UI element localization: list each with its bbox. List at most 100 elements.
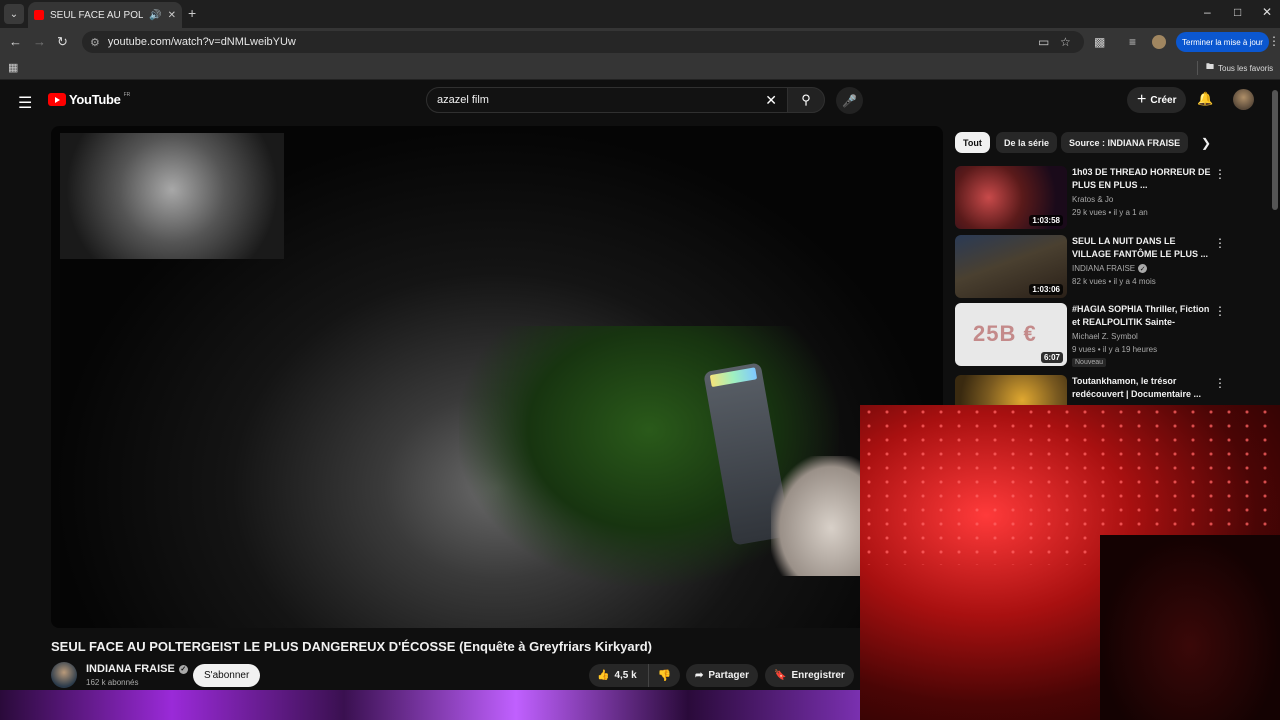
video-player[interactable] — [51, 126, 943, 628]
verified-check-icon: ✓ — [178, 664, 188, 674]
chip-source-channel[interactable]: Source : INDIANA FRAISE — [1061, 132, 1189, 153]
rec-thumbnail[interactable]: 1:03:06 — [955, 235, 1067, 298]
rec-title[interactable]: #HAGIA SOPHIA Thriller, Fiction et REALP… — [1072, 303, 1212, 329]
audio-playing-icon[interactable]: 🔊 — [149, 10, 161, 21]
folder-icon: 🖿 — [1206, 62, 1214, 71]
microphone-icon: 🎤 — [842, 93, 857, 108]
rec-channel-text: INDIANA FRAISE — [1072, 264, 1136, 273]
youtube-wordmark: YouTube — [69, 92, 121, 107]
new-badge: Nouveau — [1072, 358, 1107, 367]
all-bookmarks-label: Tous les favoris — [1218, 63, 1274, 73]
minimize-icon[interactable]: – — [1204, 5, 1211, 19]
address-bar[interactable]: ⚙ youtube.com/watch?v=dNMLweibYUw — [82, 31, 1084, 53]
update-button[interactable]: Terminer la mise à jour — [1176, 32, 1269, 52]
browser-tabstrip: ⌄ SEUL FACE AU POLTERGEIST 🔊 ✕ + – □ ✕ — [0, 0, 1280, 28]
apps-grid-icon[interactable]: ▦ — [8, 61, 18, 74]
rec-channel[interactable]: Michael Z. Symbol — [1072, 332, 1138, 341]
maximize-icon[interactable]: □ — [1234, 5, 1241, 19]
subscribe-button[interactable]: S'abonner — [193, 664, 261, 687]
streamer-webcam-overlay — [860, 405, 1280, 720]
more-options-icon[interactable]: ⋮ — [1214, 304, 1226, 318]
create-button[interactable]: + Créer — [1127, 87, 1187, 113]
menu-icon[interactable]: ☰ — [18, 93, 32, 113]
voice-search-button[interactable]: 🎤 — [836, 87, 863, 114]
rec-thumbnail-text: 25B € — [973, 321, 1037, 346]
rec-channel[interactable]: INDIANA FRAISE ✓ — [1072, 264, 1148, 273]
page-scrollbar[interactable] — [1272, 90, 1278, 210]
back-icon[interactable]: ← — [9, 34, 22, 49]
install-app-icon[interactable]: ▭ — [1038, 35, 1049, 49]
thumbs-up-icon: 👍 — [597, 670, 610, 681]
share-label: Partager — [708, 670, 749, 681]
channel-name[interactable]: INDIANA FRAISE ✓ — [86, 663, 188, 675]
bookmark-star-icon[interactable]: ☆ — [1060, 35, 1071, 49]
browser-tab[interactable]: SEUL FACE AU POLTERGEIST 🔊 ✕ — [28, 2, 182, 28]
more-options-icon[interactable]: ⋮ — [1214, 167, 1226, 181]
verified-check-icon: ✓ — [1138, 264, 1148, 273]
forward-icon[interactable]: → — [33, 34, 46, 49]
country-code: FR — [123, 91, 131, 98]
profile-avatar[interactable] — [1152, 35, 1166, 49]
site-info-icon[interactable]: ⚙ — [90, 36, 100, 49]
more-options-icon[interactable]: ⋮ — [1214, 236, 1226, 250]
rec-title[interactable]: SEUL LA NUIT DANS LE VILLAGE FANTÔME LE … — [1072, 235, 1212, 261]
tab-search-icon[interactable]: ⌄ — [4, 4, 24, 24]
browser-menu-icon[interactable]: ⋮ — [1268, 34, 1280, 48]
create-label: Créer — [1150, 94, 1177, 106]
rec-meta: 9 vues • il y a 19 heures — [1072, 345, 1158, 354]
extensions-icon[interactable]: ▩ — [1094, 35, 1105, 49]
bookmark-icon: 🔖 — [774, 670, 787, 681]
search-icon: ⚲ — [801, 92, 811, 107]
rec-duration: 1:03:06 — [1029, 284, 1063, 295]
all-bookmarks-button[interactable]: 🖿 Tous les favoris — [1206, 61, 1273, 75]
close-tab-icon[interactable]: ✕ — [168, 10, 176, 21]
rec-title[interactable]: Toutankhamon, le trésor redécouvert | Do… — [1072, 375, 1212, 401]
like-button[interactable]: 👍 4,5 k — [589, 664, 649, 687]
browser-toolbar: ← → ↻ ⚙ youtube.com/watch?v=dNMLweibYUw … — [0, 28, 1280, 56]
recommendation-item[interactable]: 1:03:58 1h03 DE THREAD HORREUR DE PLUS E… — [955, 166, 1245, 230]
bookmarks-divider — [1197, 61, 1198, 75]
rec-thumbnail[interactable]: 25B € 6:07 — [955, 303, 1067, 366]
recommendation-item[interactable]: 1:03:06 SEUL LA NUIT DANS LE VILLAGE FAN… — [955, 235, 1245, 299]
plus-icon: + — [1137, 91, 1147, 108]
rec-channel-text: Michael Z. Symbol — [1072, 332, 1138, 341]
search-query: azazel film — [437, 94, 489, 106]
tab-title: SEUL FACE AU POLTERGEIST — [50, 9, 143, 21]
reload-icon[interactable]: ↻ — [57, 34, 68, 50]
save-label: Enregistrer — [791, 670, 845, 681]
more-options-icon[interactable]: ⋮ — [1214, 376, 1226, 390]
rec-title[interactable]: 1h03 DE THREAD HORREUR DE PLUS EN PLUS .… — [1072, 166, 1212, 192]
chip-series[interactable]: De la série — [996, 132, 1058, 153]
chip-all[interactable]: Tout — [955, 132, 990, 153]
chevron-right-icon[interactable]: ❯ — [1201, 136, 1211, 150]
clear-search-icon[interactable]: ✕ — [765, 92, 777, 109]
close-window-icon[interactable]: ✕ — [1262, 5, 1272, 19]
channel-avatar[interactable] — [51, 662, 77, 688]
streamer-silhouette — [1100, 535, 1280, 720]
rec-thumbnail[interactable]: 1:03:58 — [955, 166, 1067, 229]
user-avatar[interactable] — [1233, 89, 1254, 110]
rec-thumbnail[interactable] — [955, 375, 1067, 405]
rec-meta: 82 k vues • il y a 4 mois — [1072, 277, 1156, 286]
recommendation-item[interactable]: Toutankhamon, le trésor redécouvert | Do… — [955, 375, 1245, 405]
youtube-favicon-icon — [34, 10, 44, 20]
save-button[interactable]: 🔖 Enregistrer — [765, 664, 854, 687]
url-text: youtube.com/watch?v=dNMLweibYUw — [107, 36, 296, 48]
youtube-logo[interactable]: YouTube FR — [48, 92, 130, 107]
recommendation-item[interactable]: 25B € 6:07 #HAGIA SOPHIA Thriller, Ficti… — [955, 303, 1245, 367]
rec-duration: 6:07 — [1040, 352, 1063, 363]
channel-name-text: INDIANA FRAISE — [86, 663, 175, 675]
bookmarks-bar: ▦ 🖿 Tous les favoris — [0, 56, 1280, 80]
rec-duration: 1:03:58 — [1029, 215, 1063, 226]
search-button[interactable]: ⚲ — [787, 87, 825, 113]
search-input[interactable]: azazel film ✕ — [426, 87, 788, 113]
rec-channel[interactable]: Kratos & Jo — [1072, 195, 1113, 204]
reading-list-icon[interactable]: ≡ — [1129, 35, 1136, 49]
thumbs-down-icon: 👎 — [657, 670, 672, 682]
like-dislike-group: 👍 4,5 k 👎 — [589, 664, 680, 687]
rec-channel-text: Kratos & Jo — [1072, 195, 1114, 204]
dislike-button[interactable]: 👎 — [649, 669, 680, 682]
new-tab-icon[interactable]: + — [188, 5, 196, 21]
share-button[interactable]: ➦ Partager — [686, 664, 758, 687]
notifications-bell-icon[interactable]: 🔔 — [1197, 91, 1213, 107]
